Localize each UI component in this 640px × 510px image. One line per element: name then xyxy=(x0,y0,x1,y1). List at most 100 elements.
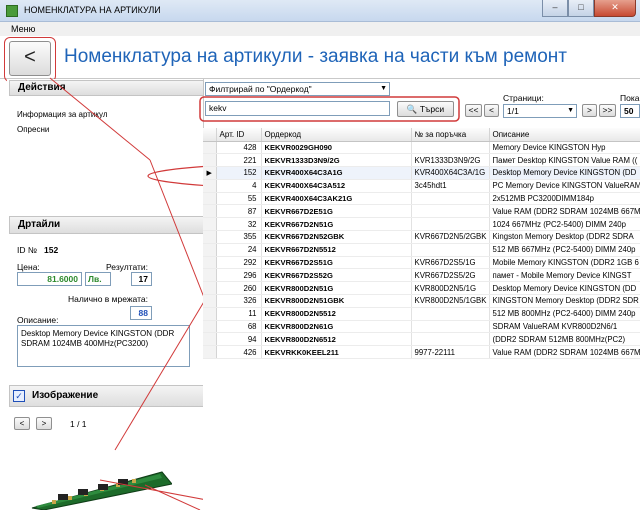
column-header-order-number[interactable]: № за поръчка xyxy=(411,128,490,142)
results-field: 17 xyxy=(131,272,152,286)
menu-item[interactable]: Меню xyxy=(11,24,35,34)
chevron-down-icon: ▼ xyxy=(380,85,387,92)
cell-ordercode: KEKVR667D2E51G xyxy=(261,204,412,219)
table-row[interactable]: 68 KEKVR800D2N61G SDRAM ValueRAM KVR800D2N… xyxy=(203,320,640,334)
row-indicator xyxy=(203,179,217,193)
minimize-button[interactable]: – xyxy=(542,0,568,17)
first-page-button[interactable]: << xyxy=(465,104,482,117)
cell-ordercode: KEKVR400X64C3AK21G xyxy=(261,192,412,206)
cell-ordercode: KEKVR667D2N5512 xyxy=(261,243,412,257)
table-row[interactable]: 292 KEKVR667D2S51G KVR667D2S5/1G Mobile Mem… xyxy=(203,256,640,270)
search-input[interactable]: kekv xyxy=(205,101,390,116)
cell-description: Value RAM (DDR2 SDRAM 1024MB 667M xyxy=(489,345,640,360)
cell-order-number: 3c45hdt1 xyxy=(411,179,490,193)
close-button[interactable]: ✕ xyxy=(594,0,636,17)
maximize-button[interactable]: □ xyxy=(568,0,594,17)
image-checkbox[interactable]: ✓ xyxy=(13,390,25,402)
table-row[interactable]: 94 KEKVR800D2N6512 (DDR2 SDRAM 512MB 800MH… xyxy=(203,332,640,347)
app-icon xyxy=(6,5,18,17)
image-next-button[interactable]: > xyxy=(36,417,52,430)
menu-bar: Меню xyxy=(0,22,640,36)
cell-order-number xyxy=(411,320,490,334)
back-button-highlight xyxy=(4,37,56,82)
id-label: ID № xyxy=(17,245,37,255)
table-row[interactable]: 428 KEKVR0029GH090 Memory Device KINGSTON … xyxy=(203,141,640,155)
articles-grid: Арт. ID Ордеркод № за поръчка Описание 4… xyxy=(203,128,640,510)
cell-id: 428 xyxy=(216,141,262,155)
row-indicator xyxy=(203,345,217,360)
cell-description: памет - Mobile Memory Device KINGST xyxy=(489,268,640,283)
cell-description: Desktop Memory Device KINGSTON (DD xyxy=(489,166,640,180)
image-prev-button[interactable]: < xyxy=(14,417,30,430)
cell-id: 426 xyxy=(216,345,262,360)
window-title: НОМЕНКЛАТУРА НА АРТИКУЛИ xyxy=(24,5,161,15)
cell-id: 292 xyxy=(216,256,262,270)
row-indicator xyxy=(203,192,217,206)
column-header-description[interactable]: Описание xyxy=(489,128,640,142)
column-header-id[interactable]: Арт. ID xyxy=(216,128,262,142)
table-row[interactable]: ▶ 152 KEKVR400X64C3A1G KVR400X64C3A/1G Deskt… xyxy=(203,166,640,180)
pages-label: Страници: xyxy=(503,93,544,103)
id-value: 152 xyxy=(44,245,59,255)
action-article-info[interactable]: Информация за артикул xyxy=(17,110,107,119)
cell-description: PC Memory Device KINGSTON ValueRAM xyxy=(489,179,640,193)
last-page-button[interactable]: >> xyxy=(599,104,616,117)
cell-description: SDRAM ValueRAM KVR800D2N6/1 xyxy=(489,320,640,334)
table-row[interactable]: 32 KEKVR667D2N51G 1024 667MHz (PC2-5400) D… xyxy=(203,217,640,232)
table-row[interactable]: 426 KEKVRKK0KEEL211 9977-22111 Value RAM (D… xyxy=(203,345,640,360)
cell-id: 11 xyxy=(216,307,262,321)
row-indicator xyxy=(203,256,217,270)
cell-description: Memory Device KINGSTON Hyp xyxy=(489,141,640,155)
table-row[interactable]: 326 KEKVR800D2N51GBK KVR800D2N5/1GBK KINGST… xyxy=(203,294,640,308)
articles-table: Арт. ID Ордеркод № за поръчка Описание 4… xyxy=(203,128,640,360)
stock-label: Налично в мрежата: xyxy=(68,294,148,304)
ram-module-image xyxy=(31,471,172,510)
cell-ordercode: KEKVR800D2N5512 xyxy=(261,307,412,321)
search-button[interactable]: 🔍 Търси xyxy=(397,101,454,117)
cell-order-number xyxy=(411,192,490,206)
table-row[interactable]: 4 KEKVR400X64C3A512 3c45hdt1 PC Memory Devi… xyxy=(203,179,640,193)
column-header-ordercode[interactable]: Ордеркод xyxy=(261,128,412,142)
row-indicator xyxy=(203,268,217,283)
prev-page-button[interactable]: < xyxy=(484,104,499,117)
table-row[interactable]: 296 KEKVR667D2S52G KVR667D2S5/2G памет - Mo… xyxy=(203,268,640,283)
stock-field: 88 xyxy=(130,306,152,320)
cell-id: 4 xyxy=(216,179,262,193)
filter-select[interactable]: Филтрирай по "Ордеркод" ▼ xyxy=(205,82,390,96)
cell-order-number xyxy=(411,307,490,321)
cell-description: Kingston Memory Desktop (DDR2 SDRA xyxy=(489,230,640,244)
table-row[interactable]: 87 KEKVR667D2E51G Value RAM (DDR2 SDRAM 10… xyxy=(203,204,640,219)
table-row[interactable]: 11 KEKVR800D2N5512 512 MB 800MHz (PC2-6400… xyxy=(203,307,640,321)
cell-ordercode: KEKVR667D2N52GBK xyxy=(261,230,412,244)
title-bar: НОМЕНКЛАТУРА НА АРТИКУЛИ – □ ✕ xyxy=(0,0,640,22)
table-row[interactable]: 221 KEKVR1333D3N9/2G KVR1333D3N9/2G Памет D… xyxy=(203,153,640,168)
table-header-row: Арт. ID Ордеркод № за поръчка Описание xyxy=(203,128,640,142)
cell-ordercode: KEKVRKK0KEEL211 xyxy=(261,345,412,360)
cell-id: 24 xyxy=(216,243,262,257)
cell-ordercode: KEKVR800D2N61G xyxy=(261,320,412,334)
cell-order-number: KVR800D2N5/1G xyxy=(411,281,490,296)
page-select[interactable]: 1/1 ▼ xyxy=(503,104,577,118)
cell-description: Value RAM (DDR2 SDRAM 1024MB 667M xyxy=(489,204,640,219)
cell-order-number xyxy=(411,204,490,219)
cell-order-number: KVR400X64C3A/1G xyxy=(411,166,490,180)
cell-order-number: KVR667D2N5/2GBK xyxy=(411,230,490,244)
action-refresh[interactable]: Опресни xyxy=(17,125,49,134)
cell-description: Mobile Memory KINGSTON (DDR2 1GB 6 xyxy=(489,256,640,270)
cell-id: 55 xyxy=(216,192,262,206)
page-size-input[interactable]: 50 xyxy=(620,104,640,118)
cell-order-number: KVR1333D3N9/2G xyxy=(411,153,490,168)
filter-select-value: Филтрирай по "Ордеркод" xyxy=(209,84,312,94)
details-header: Дртайли xyxy=(9,216,204,234)
cell-id: 326 xyxy=(216,294,262,308)
cell-id: 94 xyxy=(216,332,262,347)
cell-order-number xyxy=(411,332,490,347)
next-page-button[interactable]: > xyxy=(582,104,597,117)
table-row[interactable]: 55 KEKVR400X64C3AK21G 2x512MB PC3200DIMM18… xyxy=(203,192,640,206)
cell-ordercode: KEKVR800D2N51GBK xyxy=(261,294,412,308)
table-row[interactable]: 355 KEKVR667D2N52GBK KVR667D2N5/2GBK Kingst… xyxy=(203,230,640,244)
table-row[interactable]: 24 KEKVR667D2N5512 512 MB 667MHz (PC2-5400… xyxy=(203,243,640,257)
table-row[interactable]: 260 KEKVR800D2N51G KVR800D2N5/1G Desktop Me… xyxy=(203,281,640,296)
cell-ordercode: KEKVR1333D3N9/2G xyxy=(261,153,412,168)
row-indicator xyxy=(203,141,217,155)
